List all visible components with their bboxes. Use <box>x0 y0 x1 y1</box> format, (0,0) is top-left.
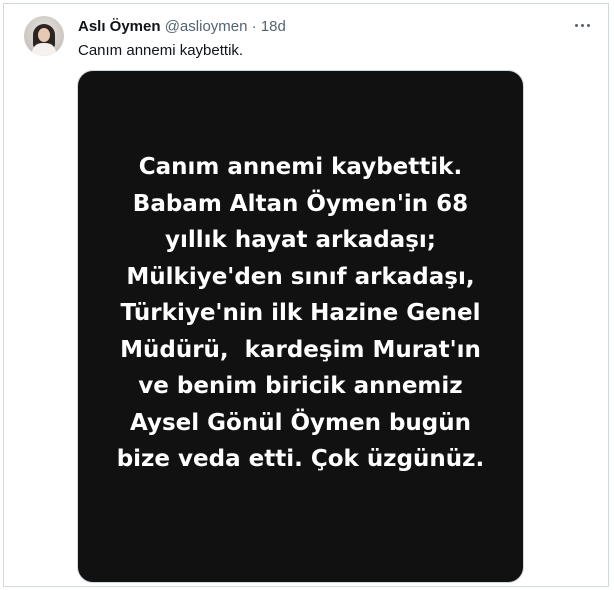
media-text-line: Aysel Gönül Öymen bugün <box>129 409 471 436</box>
avatar-shirt <box>32 43 56 56</box>
more-horizontal-icon[interactable] <box>572 15 592 35</box>
author-name[interactable]: Aslı Öymen <box>78 18 161 35</box>
separator-dot: · <box>251 18 257 35</box>
media-text-line: Canım annemi kaybettik. <box>138 154 463 180</box>
media-text-line: Müdürü, kardeşim Murat'ın <box>120 336 481 363</box>
tweet-card[interactable]: Aslı Öymen @aslioymen · 18d Canım annemi… <box>3 3 609 587</box>
media-text-line: bize veda etti. Çok üzgünüz. <box>116 446 485 472</box>
tweet-media-image[interactable]: Canım annemi kaybettik. Babam Altan Öyme… <box>77 70 524 583</box>
avatar[interactable] <box>24 16 64 56</box>
tweet-timestamp[interactable]: 18d <box>261 18 286 35</box>
media-text-line: Türkiye'nin ilk Hazine Genel <box>120 300 481 326</box>
media-text-line: ve benim biricik annemiz <box>138 373 463 399</box>
avatar-face <box>38 28 50 42</box>
media-text-block: Canım annemi kaybettik. Babam Altan Öyme… <box>117 149 485 478</box>
media-text-line: yıllık hayat arkadaşı; <box>165 227 436 253</box>
media-text-line: Mülkiye'den sınıf arkadaşı, <box>126 263 475 290</box>
tweet-text: Canım annemi kaybettik. <box>78 42 244 59</box>
media-text-line: Babam Altan Öymen'in 68 <box>132 190 469 217</box>
author-handle[interactable]: @aslioymen <box>165 18 248 35</box>
tweet-header: Aslı Öymen @aslioymen · 18d <box>78 18 286 36</box>
